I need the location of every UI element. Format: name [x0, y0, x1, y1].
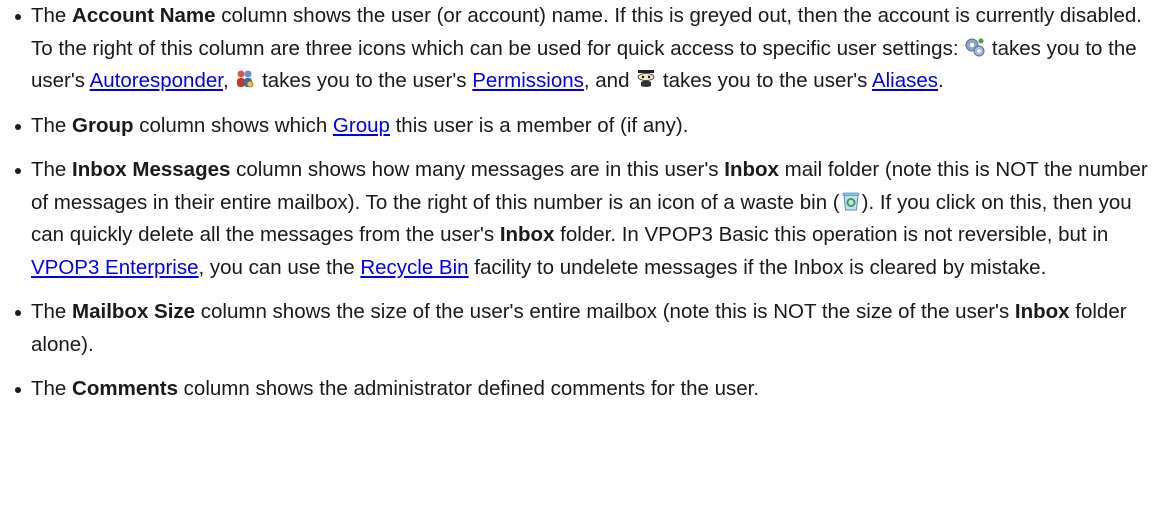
term-inbox: Inbox [724, 158, 779, 181]
list-item-inbox-messages: The Inbox Messages column shows how many… [14, 154, 1151, 284]
recycle-bin-icon [840, 190, 862, 212]
text: column shows the administrator defined c… [177, 377, 760, 400]
text: The [31, 300, 73, 323]
text: . [938, 69, 944, 92]
term-account-name: Account Name [72, 4, 216, 27]
permissions-link[interactable]: Permissions [472, 69, 584, 92]
text: this user is a member of (if any). [389, 113, 689, 137]
text: The [31, 4, 73, 27]
text: The [31, 158, 73, 181]
text: folder. In VPOP3 Basic this operation is… [554, 223, 1109, 246]
text: facility to undelete messages if the Inb… [468, 255, 1047, 279]
term-inbox: Inbox [1014, 300, 1070, 323]
aliases-mask-icon [635, 68, 657, 90]
text: column shows the size of the user's enti… [195, 300, 1015, 323]
aliases-link[interactable]: Aliases [872, 69, 938, 92]
vpop3-enterprise-link[interactable]: VPOP3 Enterprise [31, 256, 199, 279]
text: The [31, 113, 73, 137]
column-descriptions-list: The Account Name column shows the user (… [14, 0, 1160, 406]
text: column shows how many messages are in th… [230, 158, 725, 181]
autoresponder-link[interactable]: Autoresponder [90, 69, 223, 92]
list-item-mailbox-size: The Mailbox Size column shows the size o… [14, 296, 1151, 361]
list-item-comments: The Comments column shows the administra… [14, 373, 1151, 406]
text: takes you to the user's [256, 69, 473, 92]
term-group: Group [72, 113, 134, 137]
group-link[interactable]: Group [333, 114, 390, 137]
term-comments: Comments [72, 377, 178, 400]
text: , you can use the [198, 255, 361, 279]
term-inbox: Inbox [499, 223, 555, 246]
permissions-icon [234, 68, 256, 90]
term-inbox-messages: Inbox Messages [72, 158, 231, 181]
list-item-account-name: The Account Name column shows the user (… [14, 0, 1151, 98]
gears-icon [964, 36, 986, 58]
text: , and [583, 69, 636, 92]
recycle-bin-link[interactable]: Recycle Bin [360, 256, 468, 279]
text: column shows which [133, 113, 333, 137]
text: , [222, 69, 235, 92]
help-document: The Account Name column shows the user (… [0, 0, 1160, 406]
term-mailbox-size: Mailbox Size [72, 300, 196, 323]
text: takes you to the user's [657, 69, 872, 92]
list-item-group: The Group column shows which Group this … [14, 110, 1151, 143]
text: The [31, 377, 73, 400]
